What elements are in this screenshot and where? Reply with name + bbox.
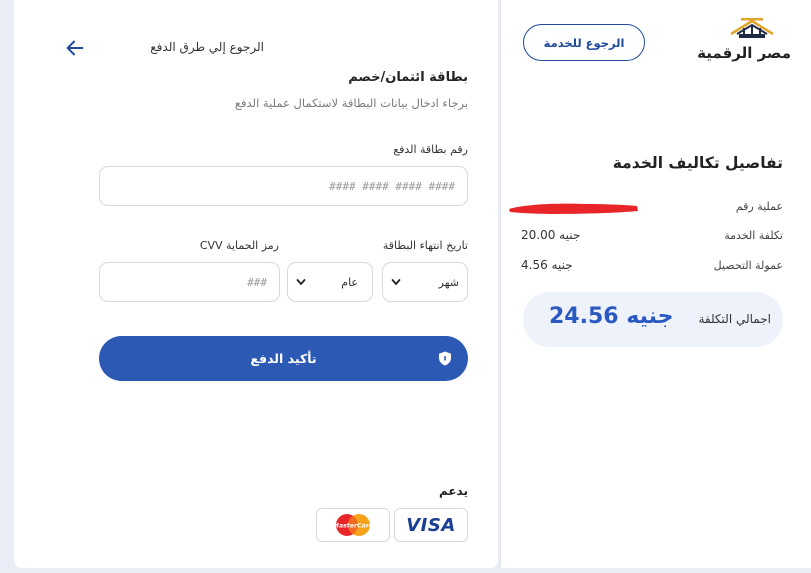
mastercard-logo: MasterCard — [316, 508, 390, 542]
svg-text:MasterCard: MasterCard — [333, 522, 374, 530]
confirm-payment-label: تأكيد الدفع — [250, 351, 317, 366]
card-number-label: رقم بطاقة الدفع — [393, 143, 468, 156]
collection-fee-value: 4.56 جنيه — [521, 258, 573, 272]
total-cost-value: جنيه 24.56 — [543, 304, 673, 329]
total-cost-box: اجمالي التكلفة جنيه 24.56 — [523, 292, 783, 347]
back-link-label: الرجوع إلي طرق الدفع — [150, 40, 264, 54]
shield-icon — [439, 351, 451, 366]
expiry-month-select[interactable]: شهر — [382, 262, 468, 302]
cvv-input[interactable] — [99, 262, 280, 302]
form-subtitle: برجاء ادخال بيانات البطاقة لاستكمال عملي… — [234, 96, 468, 110]
payment-form-panel: الرجوع إلي طرق الدفع بطاقة ائتمان/خصم بر… — [14, 0, 498, 568]
expiry-year-value: عام — [341, 275, 358, 289]
arrow-left-icon — [66, 40, 84, 56]
expiry-year-select[interactable]: عام — [287, 262, 373, 302]
confirm-payment-button[interactable]: تأكيد الدفع — [99, 336, 468, 381]
visa-logo-text: VISA — [406, 514, 456, 536]
service-cost-label: تكلفة الخدمة — [724, 229, 783, 242]
redaction-mark — [509, 203, 638, 214]
total-amount: 24.56 — [549, 304, 619, 329]
chevron-down-icon — [391, 279, 401, 285]
cost-summary-panel: مصر الرقمية الرجوع للخدمة تفاصيل تكاليف … — [500, 0, 811, 568]
card-number-input[interactable] — [99, 166, 468, 206]
collection-fee-label: عمولة التحصيل — [713, 259, 783, 272]
service-cost-value: 20.00 جنيه — [521, 228, 581, 242]
back-to-payment-methods-link[interactable]: الرجوع إلي طرق الدفع — [64, 36, 264, 60]
supported-cards-label: يدعم — [438, 484, 468, 498]
logo-emblem-icon — [730, 18, 774, 38]
digital-egypt-logo: مصر الرقمية — [697, 16, 791, 68]
chevron-down-icon — [296, 279, 306, 285]
total-cost-label: اجمالي التكلفة — [698, 312, 771, 326]
total-currency: جنيه — [626, 304, 674, 329]
expiry-date-label: تاريخ انتهاء البطاقة — [382, 239, 468, 252]
cost-details-title: تفاصيل تكاليف الخدمة — [612, 154, 783, 172]
return-to-service-button[interactable]: الرجوع للخدمة — [523, 24, 645, 61]
form-title: بطاقة ائتمان/خصم — [348, 70, 468, 85]
logo-text: مصر الرقمية — [697, 44, 791, 62]
visa-logo: VISA — [394, 508, 468, 542]
mastercard-icon: MasterCard — [333, 514, 374, 536]
transaction-number-label: عملية رقم — [735, 200, 783, 213]
expiry-month-value: شهر — [438, 275, 459, 289]
cvv-label: رمز الحماية CVV — [199, 239, 279, 252]
